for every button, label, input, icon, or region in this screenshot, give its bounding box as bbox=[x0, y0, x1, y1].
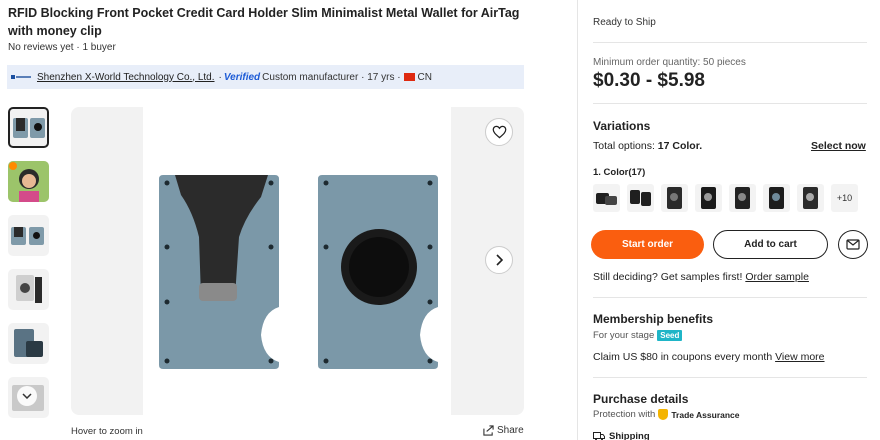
china-flag-icon bbox=[403, 73, 415, 81]
add-to-cart-button[interactable]: Add to cart bbox=[713, 230, 828, 259]
message-supplier-button[interactable] bbox=[838, 230, 868, 259]
hover-zoom-hint: Hover to zoom in bbox=[71, 426, 143, 437]
divider bbox=[593, 377, 867, 378]
price-range: $0.30 - $5.98 bbox=[593, 70, 705, 91]
color-swatch-6[interactable] bbox=[763, 184, 790, 212]
thumbnail-6[interactable] bbox=[8, 377, 49, 418]
divider bbox=[593, 297, 867, 298]
thumbnail-4[interactable] bbox=[8, 269, 49, 310]
color-swatches: +10 bbox=[593, 184, 865, 212]
samples-text: Still deciding? Get samples first! bbox=[593, 271, 743, 283]
favorite-button[interactable] bbox=[485, 118, 513, 146]
color-swatch-2[interactable] bbox=[627, 184, 654, 212]
product-main-image bbox=[143, 107, 451, 415]
start-order-button[interactable]: Start order bbox=[591, 230, 704, 259]
ready-to-ship-label: Ready to Ship bbox=[593, 17, 656, 28]
thumbnail-list bbox=[8, 107, 50, 431]
truck-icon bbox=[593, 432, 605, 440]
color-swatch-3[interactable] bbox=[661, 184, 688, 212]
share-label: Share bbox=[497, 425, 524, 436]
stage-label: For your stage bbox=[593, 330, 655, 341]
total-options: Total options: 17 Color. bbox=[593, 140, 702, 152]
samples-prompt: Still deciding? Get samples first! Order… bbox=[593, 271, 809, 283]
trade-assurance-label: Trade Assurance bbox=[671, 409, 740, 420]
shipping-label: Shipping bbox=[609, 431, 650, 440]
color-count-label: 1. Color(17) bbox=[593, 167, 646, 178]
supplier-bar: Shenzhen X-World Technology Co., Ltd. · … bbox=[7, 65, 524, 89]
main-image-viewer[interactable] bbox=[71, 107, 524, 415]
color-swatch-4[interactable] bbox=[695, 184, 722, 212]
total-options-prefix: Total options: bbox=[593, 140, 658, 152]
supplier-separator: · bbox=[218, 71, 222, 83]
divider bbox=[593, 42, 867, 43]
coupon-offer: Claim US $80 in coupons every month View… bbox=[593, 351, 825, 363]
variations-title: Variations bbox=[593, 119, 651, 133]
thumbnail-5[interactable] bbox=[8, 323, 49, 364]
membership-stage: For your stage Seed bbox=[593, 330, 683, 341]
supplier-info: Custom manufacturer · 17 yrs · bbox=[262, 71, 401, 83]
select-now-link[interactable]: Select now bbox=[811, 140, 866, 152]
moq-label: Minimum order quantity: 50 pieces bbox=[593, 57, 746, 68]
seed-badge: Seed bbox=[657, 330, 683, 341]
thumbnail-3[interactable] bbox=[8, 215, 49, 256]
chevron-down-icon[interactable] bbox=[17, 386, 37, 406]
protection-row: Protection with Trade Assurance bbox=[593, 409, 740, 420]
more-colors-button[interactable]: +10 bbox=[831, 184, 858, 212]
color-swatch-5[interactable] bbox=[729, 184, 756, 212]
reviews-summary: No reviews yet · 1 buyer bbox=[8, 42, 116, 53]
purchase-details-title: Purchase details bbox=[593, 392, 689, 406]
share-icon bbox=[483, 425, 494, 436]
color-swatch-7[interactable] bbox=[797, 184, 824, 212]
protection-label: Protection with bbox=[593, 409, 656, 420]
thumbnail-2[interactable] bbox=[8, 161, 49, 202]
order-sample-link[interactable]: Order sample bbox=[745, 271, 809, 283]
supplier-country: CN bbox=[417, 71, 432, 83]
divider bbox=[593, 103, 867, 104]
total-options-value: 17 Color. bbox=[657, 140, 703, 152]
share-button[interactable]: Share bbox=[483, 425, 524, 436]
product-gallery-column: RFID Blocking Front Pocket Credit Card H… bbox=[0, 0, 535, 440]
product-title: RFID Blocking Front Pocket Credit Card H… bbox=[8, 6, 520, 38]
shipping-row[interactable]: Shipping bbox=[593, 431, 650, 440]
trade-assurance-shield-icon bbox=[658, 409, 669, 420]
column-divider bbox=[577, 0, 578, 440]
supplier-logo-icon bbox=[11, 72, 31, 82]
chevron-right-icon bbox=[496, 254, 503, 266]
membership-title: Membership benefits bbox=[593, 312, 714, 326]
thumbnail-1[interactable] bbox=[8, 107, 49, 148]
heart-icon bbox=[492, 125, 506, 139]
supplier-name-link[interactable]: Shenzhen X-World Technology Co., Ltd. bbox=[37, 72, 215, 83]
verified-badge[interactable]: Verified bbox=[224, 72, 260, 83]
view-more-link[interactable]: View more bbox=[775, 351, 824, 363]
color-swatch-1[interactable] bbox=[593, 184, 620, 212]
coupon-text: Claim US $80 in coupons every month bbox=[593, 351, 773, 363]
mail-icon bbox=[846, 239, 860, 250]
next-image-button[interactable] bbox=[485, 246, 513, 274]
